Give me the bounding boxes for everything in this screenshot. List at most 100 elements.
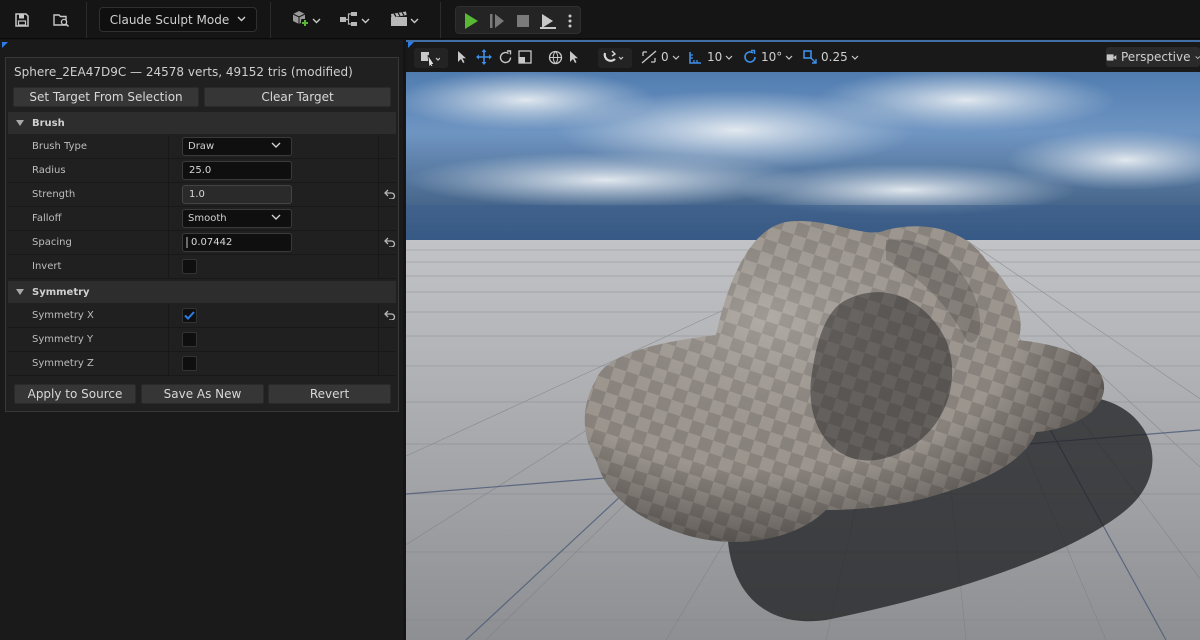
- chevron-down-icon: [851, 55, 859, 60]
- chevron-down-icon: [785, 55, 793, 60]
- strength-label: Strength: [32, 189, 76, 200]
- grid-snap-toggle[interactable]: 10: [688, 42, 733, 72]
- spacing-slider-fill: [186, 237, 188, 248]
- reset-to-default-icon[interactable]: [384, 309, 396, 323]
- column-divider: [168, 352, 169, 376]
- step-icon[interactable]: [486, 8, 508, 34]
- translate-tool-icon[interactable]: [476, 42, 492, 72]
- rotation-snap-toggle[interactable]: 10°: [742, 42, 793, 72]
- surface-snap-icon[interactable]: [568, 42, 580, 72]
- play-controls: [455, 6, 581, 34]
- symmetry-z-checkbox[interactable]: [182, 356, 197, 371]
- chevron-down-icon: [672, 55, 680, 60]
- spacing-label: Spacing: [32, 237, 72, 248]
- strength-slider[interactable]: 1.0: [182, 185, 292, 204]
- chevron-down-icon: [271, 141, 281, 152]
- collapse-arrow-icon: [16, 120, 24, 126]
- grid-snap-value: 10: [707, 50, 723, 64]
- radius-input[interactable]: 25.0: [182, 161, 292, 180]
- section-brush[interactable]: Brush: [8, 112, 396, 134]
- translate-snap-toggle[interactable]: 0: [640, 42, 680, 72]
- section-symmetry[interactable]: Symmetry: [8, 281, 396, 303]
- viewport-tab-corner: [408, 42, 414, 48]
- world-local-icon[interactable]: [548, 42, 563, 72]
- perspective-dropdown[interactable]: Perspective: [1106, 47, 1200, 67]
- column-divider: [378, 207, 379, 231]
- column-divider: [378, 255, 379, 279]
- checkmark-icon: [184, 311, 195, 320]
- property-row-strength: Strength 1.0: [8, 183, 396, 207]
- property-row-symmetry-y: Symmetry Y: [8, 328, 396, 352]
- scale-tool-icon[interactable]: [518, 42, 532, 72]
- toolbar-separator: [440, 2, 441, 38]
- more-icon[interactable]: [562, 8, 578, 34]
- cinematics-button[interactable]: [386, 7, 422, 33]
- save-icon[interactable]: [10, 7, 34, 33]
- add-actor-button[interactable]: [286, 7, 324, 33]
- scale-snap-value: 0.25: [821, 50, 848, 64]
- viewport-scene: [406, 40, 1200, 640]
- set-target-button[interactable]: Set Target From Selection: [13, 87, 199, 107]
- snap-options-button[interactable]: [598, 48, 632, 68]
- view-mode-label: Perspective: [1121, 50, 1191, 64]
- symmetry-x-checkbox[interactable]: [182, 308, 197, 323]
- reset-to-default-icon[interactable]: [384, 236, 396, 250]
- play-icon[interactable]: [460, 8, 482, 34]
- chevron-down-icon: [361, 14, 370, 27]
- spacing-value: 0.07442: [191, 237, 233, 248]
- grid-snap-icon: [689, 52, 701, 64]
- rotation-snap-icon: [744, 49, 756, 63]
- falloff-value: Smooth: [188, 213, 227, 224]
- invert-checkbox[interactable]: [182, 259, 197, 274]
- save-as-new-button[interactable]: Save As New: [141, 384, 264, 404]
- property-row-invert: Invert: [8, 255, 396, 279]
- chevron-down-icon: [725, 55, 733, 60]
- property-row-radius: Radius 25.0: [8, 159, 396, 183]
- camera-icon: [1106, 53, 1117, 61]
- chevron-down-icon: [1194, 55, 1200, 59]
- level-viewport[interactable]: [406, 40, 1200, 640]
- revert-button[interactable]: Revert: [268, 384, 391, 404]
- column-divider: [168, 207, 169, 231]
- column-divider: [168, 135, 169, 159]
- mode-selector[interactable]: Claude Sculpt Mode: [99, 7, 257, 32]
- rotate-tool-icon[interactable]: [498, 42, 513, 72]
- clear-target-button[interactable]: Clear Target: [204, 87, 391, 107]
- blueprint-icon: [339, 11, 361, 30]
- brush-type-value: Draw: [188, 141, 215, 152]
- section-brush-label: Brush: [32, 117, 65, 129]
- scale-snap-icon: [803, 50, 817, 64]
- select-tool-icon[interactable]: [456, 42, 468, 72]
- symmetry-y-checkbox[interactable]: [182, 332, 197, 347]
- falloff-dropdown[interactable]: Smooth: [182, 209, 292, 228]
- browse-icon[interactable]: [48, 7, 74, 33]
- chevron-down-icon: [237, 15, 246, 25]
- column-divider: [168, 328, 169, 352]
- symmetry-x-label: Symmetry X: [32, 310, 94, 321]
- section-symmetry-label: Symmetry: [32, 286, 90, 298]
- column-divider: [168, 231, 169, 255]
- translate-snap-value: 0: [661, 50, 669, 64]
- snap-magnet-icon: [602, 43, 626, 73]
- scale-snap-toggle[interactable]: 0.25: [802, 42, 859, 72]
- eject-icon[interactable]: [536, 8, 560, 34]
- property-row-falloff: Falloff Smooth: [8, 207, 396, 231]
- column-divider: [378, 183, 379, 207]
- apply-to-source-button[interactable]: Apply to Source: [14, 384, 136, 404]
- chevron-down-icon: [410, 14, 419, 27]
- symmetry-y-label: Symmetry Y: [32, 334, 94, 345]
- mesh-info-title: Sphere_2EA47D9C — 24578 verts, 49152 tri…: [14, 65, 353, 79]
- mode-label: Claude Sculpt Mode: [109, 12, 230, 27]
- toolbar-separator: [270, 2, 271, 38]
- select-mode-button[interactable]: [414, 48, 448, 68]
- spacing-input[interactable]: 0.07442: [182, 233, 292, 252]
- brush-type-label: Brush Type: [32, 141, 88, 152]
- brush-type-dropdown[interactable]: Draw: [182, 137, 292, 156]
- chevron-down-icon: [312, 14, 321, 27]
- reset-to-default-icon[interactable]: [384, 188, 396, 202]
- radius-label: Radius: [32, 165, 66, 176]
- column-divider: [378, 231, 379, 255]
- stop-icon[interactable]: [512, 8, 534, 34]
- symmetry-z-label: Symmetry Z: [32, 358, 94, 369]
- blueprint-button[interactable]: [336, 7, 372, 33]
